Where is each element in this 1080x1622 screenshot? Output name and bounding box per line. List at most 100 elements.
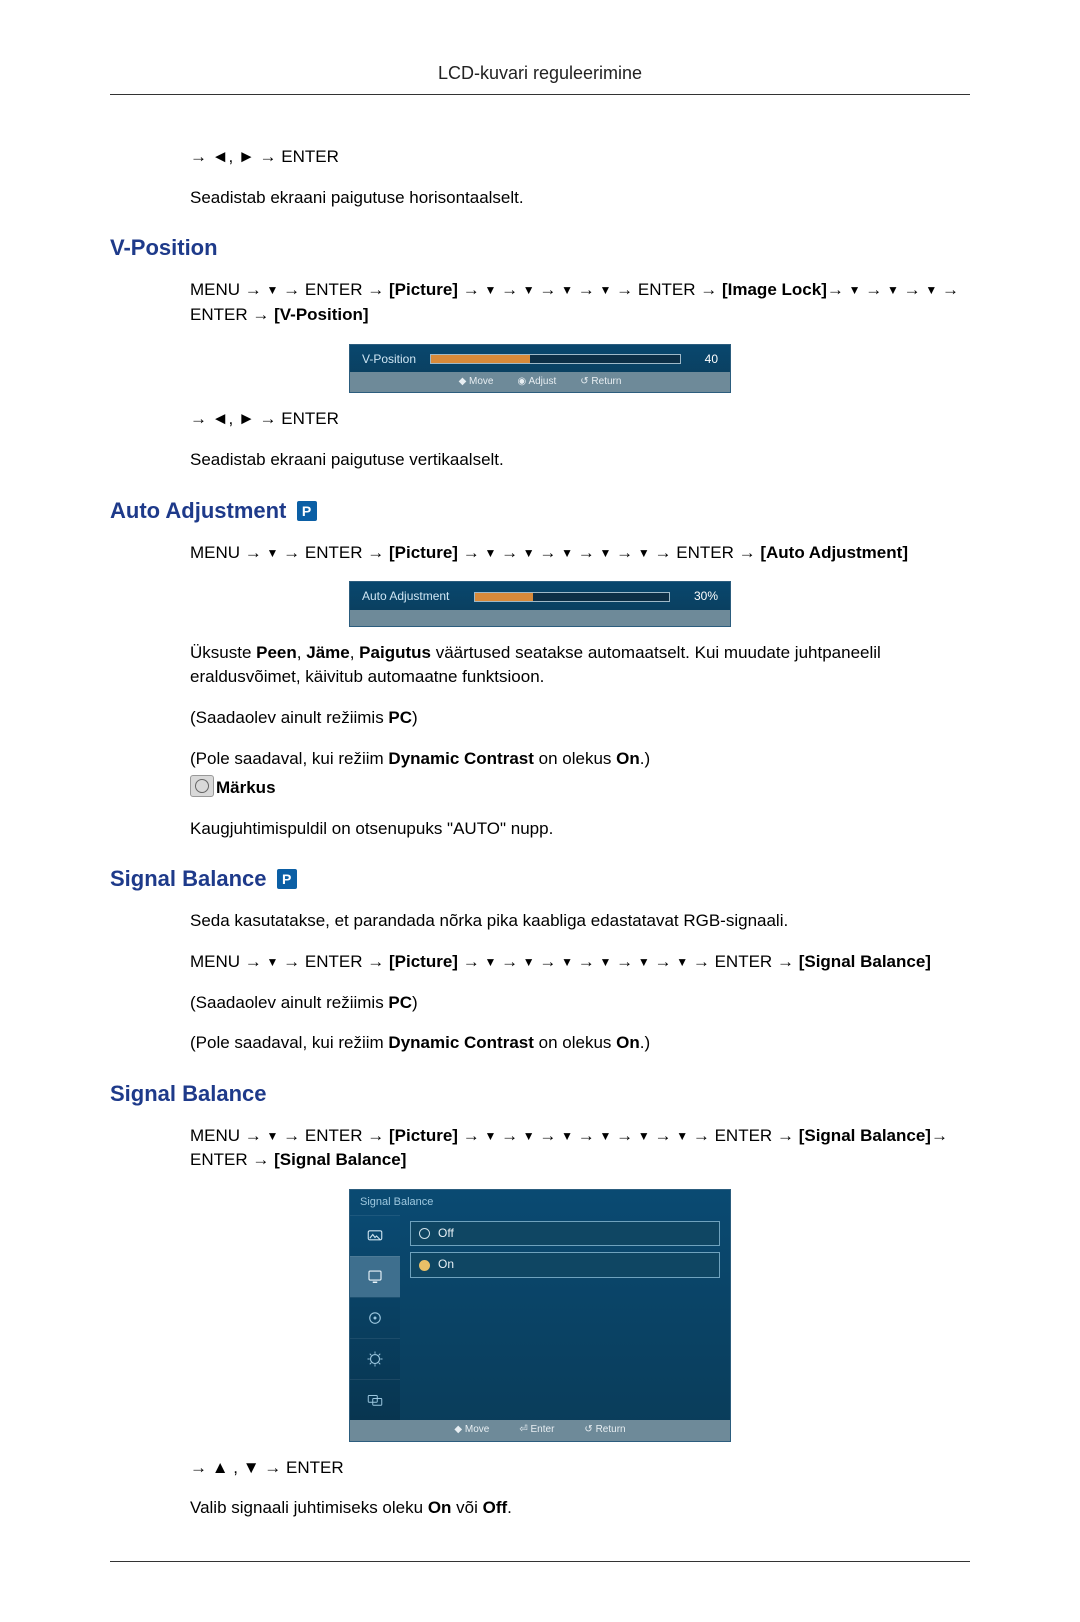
bold-on: On bbox=[428, 1498, 452, 1517]
arrow-right-icon: → bbox=[865, 280, 882, 299]
arrow-right-icon: → bbox=[539, 543, 556, 562]
picture-label: Picture bbox=[395, 952, 453, 971]
option-on[interactable]: On bbox=[410, 1252, 720, 1277]
arrow-right-icon: → bbox=[616, 952, 633, 971]
arrow-right-icon: → bbox=[463, 543, 480, 562]
bold-pc: PC bbox=[388, 708, 412, 727]
enter-hint-label: Enter bbox=[531, 1424, 555, 1435]
arrow-right-icon: → bbox=[539, 1126, 556, 1145]
heading-signal-balance: Signal Balance P bbox=[110, 863, 970, 895]
text: Üksuste bbox=[190, 643, 256, 662]
osd-hint-move: ◆ Move bbox=[454, 1423, 489, 1438]
bold-paigutus: Paigutus bbox=[359, 643, 431, 662]
triangle-down-icon: ▼ bbox=[600, 283, 612, 297]
arrow-right-icon: → bbox=[700, 280, 717, 299]
bracket-text: [Picture] bbox=[389, 952, 458, 971]
bold-peen: Peen bbox=[256, 643, 297, 662]
option-off[interactable]: Off bbox=[410, 1221, 720, 1246]
enter-label: ENTER bbox=[190, 1150, 248, 1169]
heading-text: Signal Balance bbox=[110, 866, 267, 891]
option-off-label: Off bbox=[438, 1225, 454, 1242]
osd-panel-title: Signal Balance bbox=[350, 1190, 730, 1215]
triangle-down-icon: ▼ bbox=[925, 283, 937, 297]
bold-on: On bbox=[616, 749, 640, 768]
bracket-text: [Picture] bbox=[389, 1126, 458, 1145]
heading-text: Auto Adjustment bbox=[110, 498, 286, 523]
arrow-right-icon: → bbox=[578, 1126, 595, 1145]
picture-tab-icon[interactable] bbox=[350, 1215, 400, 1256]
multi-tab-icon[interactable] bbox=[350, 1379, 400, 1420]
sb-desc: Seda kasutatakse, et parandada nõrka pik… bbox=[190, 909, 970, 934]
text: on olekus bbox=[534, 1033, 616, 1052]
sb-para3: (Pole saadaval, kui režiim Dynamic Contr… bbox=[190, 1031, 970, 1056]
arrow-right-icon: → bbox=[777, 952, 794, 971]
osd-options: Off On bbox=[400, 1215, 730, 1420]
sound-tab-icon[interactable] bbox=[350, 1297, 400, 1338]
arrow-right-icon: → bbox=[252, 305, 269, 324]
bracket-text: [Signal Balance] bbox=[799, 1126, 931, 1145]
triangle-down-icon: ▼ bbox=[600, 955, 612, 969]
triangle-down-icon: ▼ bbox=[887, 283, 899, 297]
triangle-down-icon: ▼ bbox=[484, 1129, 496, 1143]
hpos-desc: Seadistab ekraani paigutuse horisontaals… bbox=[190, 186, 970, 211]
osd-hint-return: ↺ Return bbox=[584, 1423, 625, 1438]
adjust-label: Adjust bbox=[528, 376, 556, 387]
enter-label: ENTER bbox=[305, 1126, 363, 1145]
picture-label: Picture bbox=[395, 543, 453, 562]
arrow-right-icon: → bbox=[252, 1150, 269, 1169]
arrow-right-icon: → bbox=[655, 543, 672, 562]
menu-label: MENU bbox=[190, 543, 240, 562]
bold-off: Off bbox=[483, 1498, 508, 1517]
triangle-down-icon: ▼ bbox=[523, 1129, 535, 1143]
triangle-down-icon: ▼ bbox=[523, 546, 535, 560]
bracket-text: [Signal Balance] bbox=[799, 952, 931, 971]
picture-label: Picture bbox=[395, 280, 453, 299]
radio-icon bbox=[419, 1228, 430, 1239]
footer-rule bbox=[110, 1561, 970, 1562]
vpos-nav-line1: MENU → ▼ → ENTER → [Picture] → ▼ → ▼ → ▼… bbox=[190, 278, 970, 327]
bracket-text: [Signal Balance] bbox=[274, 1150, 406, 1169]
return-label: Return bbox=[591, 376, 621, 387]
signal-balance-label: Signal Balance bbox=[804, 1126, 925, 1145]
enter-label: ENTER bbox=[715, 952, 773, 971]
return-label: Return bbox=[596, 1424, 626, 1435]
triangle-down-icon: ▼ bbox=[638, 955, 650, 969]
text: on olekus bbox=[534, 749, 616, 768]
osd-slider-track[interactable] bbox=[474, 592, 670, 602]
osd-label: Auto Adjustment bbox=[362, 588, 460, 605]
osd-slider-fill bbox=[431, 355, 530, 363]
auto-para1: Üksuste Peen, Jäme, Paigutus väärtused s… bbox=[190, 641, 970, 690]
osd-value: 30% bbox=[684, 588, 718, 605]
move-label: Move bbox=[469, 376, 493, 387]
arrow-right-icon: → bbox=[931, 1126, 948, 1145]
triangle-down-icon: ▼ bbox=[638, 1129, 650, 1143]
vposition-label: V-Position bbox=[280, 305, 363, 324]
triangle-down-icon: ▼ bbox=[561, 283, 573, 297]
move-label: Move bbox=[465, 1424, 489, 1435]
text: (Saadaolev ainult režiimis bbox=[190, 708, 388, 727]
arrow-right-icon: → bbox=[283, 952, 300, 971]
auto-nav-line: MENU → ▼ → ENTER → [Picture] → ▼ → ▼ → ▼… bbox=[190, 541, 970, 566]
signal-balance-label: Signal Balance bbox=[280, 1150, 401, 1169]
heading-signal-balance-detail: Signal Balance bbox=[110, 1078, 970, 1110]
screen-tab-icon[interactable] bbox=[350, 1256, 400, 1297]
osd-statusbar-empty bbox=[350, 610, 730, 626]
text: .) bbox=[640, 749, 650, 768]
setup-tab-icon[interactable] bbox=[350, 1338, 400, 1379]
sb-nav-line: MENU → ▼ → ENTER → [Picture] → ▼ → ▼ → ▼… bbox=[190, 950, 970, 975]
text: (Pole saadaval, kui režiim bbox=[190, 749, 388, 768]
triangle-down-icon: ▼ bbox=[676, 955, 688, 969]
triangle-down-icon: ▼ bbox=[267, 283, 279, 297]
text: Valib signaali juhtimiseks oleku bbox=[190, 1498, 428, 1517]
arrow-right-icon: → bbox=[501, 952, 518, 971]
osd-value: 40 bbox=[695, 351, 718, 368]
osd-hint-return: ↺ Return bbox=[580, 375, 621, 390]
triangle-down-icon: ▼ bbox=[600, 1129, 612, 1143]
osd-slider-track[interactable] bbox=[430, 354, 681, 364]
osd-auto-adjustment: Auto Adjustment 30% bbox=[349, 581, 731, 626]
arrow-right-icon: → bbox=[616, 1126, 633, 1145]
bold-dyncon: Dynamic Contrast bbox=[388, 749, 533, 768]
sbd-desc: Valib signaali juhtimiseks oleku On või … bbox=[190, 1496, 970, 1521]
triangle-down-icon: ▼ bbox=[523, 955, 535, 969]
osd-statusbar: ◆ Move ◉ Adjust ↺ Return bbox=[350, 372, 730, 393]
